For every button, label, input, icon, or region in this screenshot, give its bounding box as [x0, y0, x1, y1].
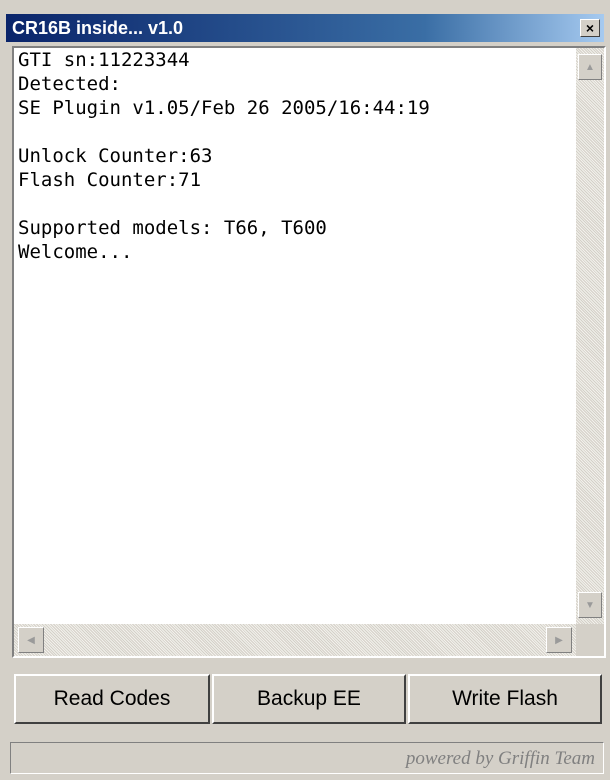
app-window: CR16B inside... v1.0 × GTI sn:11223344 D…	[0, 0, 610, 780]
arrow-down-icon: ▼	[585, 599, 595, 611]
window-title: CR16B inside... v1.0	[12, 17, 184, 38]
status-text: powered by Griffin Team	[405, 748, 595, 769]
write-flash-button[interactable]: Write Flash	[408, 674, 602, 724]
log-panel: GTI sn:11223344 Detected: SE Plugin v1.0…	[12, 46, 606, 658]
log-line: SE Plugin v1.05/Feb 26 2005/16:44:19	[18, 97, 430, 119]
arrow-right-icon: ▶	[555, 634, 563, 646]
horizontal-scrollbar[interactable]: ◀ ▶	[14, 624, 576, 656]
log-line: Detected:	[18, 73, 121, 95]
backup-ee-button[interactable]: Backup EE	[212, 674, 406, 724]
log-line: GTI sn:11223344	[18, 49, 190, 71]
log-line: Supported models: T66, T600	[18, 217, 327, 239]
title-bar[interactable]: CR16B inside... v1.0 ×	[6, 14, 604, 42]
scroll-right-button[interactable]: ▶	[546, 627, 572, 653]
status-bar: powered by Griffin Team	[10, 742, 604, 774]
button-bar: Read Codes Backup EE Write Flash	[6, 664, 604, 734]
scroll-down-button[interactable]: ▼	[578, 592, 602, 618]
arrow-up-icon: ▲	[585, 61, 595, 73]
scroll-left-button[interactable]: ◀	[18, 627, 44, 653]
close-icon: ×	[585, 20, 595, 36]
scroll-up-button[interactable]: ▲	[578, 54, 602, 80]
close-button[interactable]: ×	[580, 19, 600, 37]
log-line: Unlock Counter:63	[18, 145, 213, 167]
arrow-left-icon: ◀	[27, 634, 35, 646]
read-codes-button[interactable]: Read Codes	[14, 674, 210, 724]
scrollbar-corner	[576, 624, 604, 656]
log-text-area[interactable]: GTI sn:11223344 Detected: SE Plugin v1.0…	[14, 48, 576, 624]
log-line: Welcome...	[18, 241, 133, 263]
vertical-scrollbar[interactable]: ▲ ▼	[576, 48, 604, 624]
log-line: Flash Counter:71	[18, 169, 202, 191]
